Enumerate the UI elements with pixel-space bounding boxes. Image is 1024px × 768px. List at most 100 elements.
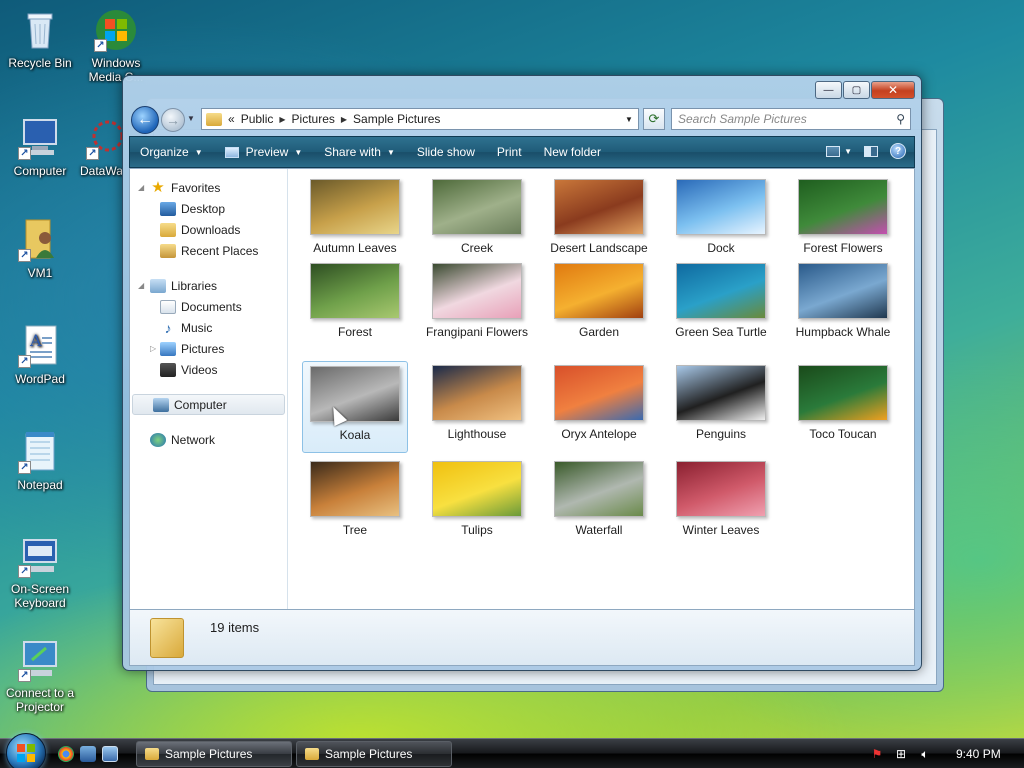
refresh-button[interactable]: ⟳ <box>643 108 665 130</box>
minimize-button[interactable]: — <box>815 81 842 99</box>
windows-media-center-icon: ↗ <box>94 8 138 52</box>
nav-videos[interactable]: Videos <box>130 359 287 380</box>
chrome-icon[interactable] <box>58 746 74 762</box>
network-group: Network <box>130 429 287 450</box>
nav-network[interactable]: Network <box>130 429 287 450</box>
chevron-down-icon[interactable]: ▼ <box>844 147 852 156</box>
nav-libraries[interactable]: ◢ Libraries <box>130 275 287 296</box>
file-tile[interactable]: Desert Landscape <box>546 179 652 255</box>
desktop-icon-label: Connect to a Projector <box>5 686 75 714</box>
file-tile[interactable]: Tulips <box>424 461 530 537</box>
organize-button[interactable]: Organize ▼ <box>140 145 203 159</box>
print-button[interactable]: Print <box>497 145 522 159</box>
slide-show-button[interactable]: Slide show <box>417 145 475 159</box>
desktop-icon-windows-media-center[interactable]: ↗ Windows Media C... <box>76 8 156 84</box>
taskbar-button-sample-pictures-2[interactable]: Sample Pictures <box>296 741 452 767</box>
file-tile[interactable]: Dock <box>668 179 774 255</box>
file-tile[interactable]: Toco Toucan <box>790 365 896 441</box>
expand-icon[interactable]: ▷ <box>150 344 156 353</box>
file-name: Waterfall <box>575 523 623 537</box>
preview-pane-icon[interactable] <box>864 145 878 157</box>
navigation-pane: ◢ ★ Favorites Desktop Downloads Recent P… <box>130 169 288 609</box>
file-tile[interactable]: Lighthouse <box>424 365 530 441</box>
recent-pages-dropdown[interactable]: ▼ <box>187 114 195 123</box>
file-tile[interactable]: Penguins <box>668 365 774 441</box>
clock[interactable]: 9:40 PM <box>956 747 1001 761</box>
search-icon[interactable]: ⚲ <box>896 112 905 126</box>
music-icon: ♪ <box>164 319 172 336</box>
breadcrumb-separator-icon[interactable]: ▶ <box>279 115 285 124</box>
nav-documents[interactable]: Documents <box>130 296 287 317</box>
nav-music[interactable]: ♪ Music <box>130 317 287 338</box>
file-thumbnail <box>554 365 644 421</box>
nav-desktop[interactable]: Desktop <box>130 198 287 219</box>
file-tile[interactable]: Garden <box>546 263 652 339</box>
nav-downloads[interactable]: Downloads <box>130 219 287 240</box>
action-center-icon[interactable]: ⚑ <box>870 747 884 761</box>
nav-pictures-label: Pictures <box>181 341 225 356</box>
help-icon[interactable]: ? <box>890 143 906 159</box>
nav-recent-places[interactable]: Recent Places <box>130 240 287 261</box>
file-name: Dock <box>707 241 735 255</box>
file-tile[interactable]: Winter Leaves <box>668 461 774 537</box>
show-desktop-icon[interactable] <box>80 746 96 762</box>
file-tile[interactable]: Green Sea Turtle <box>668 263 774 339</box>
file-tile[interactable]: Forest <box>302 263 408 339</box>
file-tile[interactable]: Oryx Antelope <box>546 365 652 441</box>
favorites-group: ◢ ★ Favorites Desktop Downloads Recent P… <box>130 177 287 261</box>
share-with-button[interactable]: Share with ▼ <box>324 145 395 159</box>
breadcrumb-public[interactable]: Public <box>241 112 274 126</box>
nav-downloads-label: Downloads <box>181 222 241 237</box>
file-tile[interactable]: Creek <box>424 179 530 255</box>
address-bar[interactable]: « Public ▶ Pictures ▶ Sample Pictures ▼ <box>201 108 639 130</box>
file-tile[interactable]: Waterfall <box>546 461 652 537</box>
organize-label: Organize <box>140 145 189 159</box>
nav-pictures[interactable]: ▷ Pictures <box>130 338 287 359</box>
back-button[interactable]: ← <box>131 106 159 134</box>
expand-icon[interactable]: ◢ <box>138 281 144 290</box>
breadcrumb-separator-icon[interactable]: ▶ <box>341 115 347 124</box>
expand-icon[interactable]: ◢ <box>138 183 144 192</box>
file-thumbnail <box>798 263 888 319</box>
breadcrumb-sample-pictures[interactable]: Sample Pictures <box>353 112 440 126</box>
file-tile[interactable]: Frangipani Flowers <box>424 263 530 339</box>
file-thumbnail <box>432 365 522 421</box>
file-tile[interactable]: Koala <box>302 361 408 453</box>
volume-icon[interactable]: 🔈︎ <box>918 747 932 761</box>
desktop-icon-notepad[interactable]: ↗ Notepad <box>0 430 80 492</box>
desktop-icon-recycle-bin[interactable]: Recycle Bin <box>0 8 80 70</box>
file-tile[interactable]: Forest Flowers <box>790 179 896 255</box>
close-button[interactable]: ✕ <box>871 81 915 99</box>
file-tile[interactable]: Autumn Leaves <box>302 179 408 255</box>
desktop-icon-connect-projector[interactable]: ↗ Connect to a Projector <box>0 638 80 714</box>
file-name: Desert Landscape <box>550 241 648 255</box>
address-dropdown-icon[interactable]: ▼ <box>620 109 638 129</box>
desktop-icon-label: VM1 <box>27 266 53 280</box>
start-button[interactable] <box>6 733 46 768</box>
desktop-icon-wordpad[interactable]: A ↗ WordPad <box>0 324 80 386</box>
desktop-icon-vm1[interactable]: ↗ VM1 <box>0 218 80 280</box>
change-view-icon[interactable] <box>826 145 841 157</box>
nav-computer[interactable]: Computer <box>132 394 285 415</box>
desktop-icon-label: On-Screen Keyboard <box>10 582 70 610</box>
command-bar: Organize ▼ Preview ▼ Share with ▼ Slide … <box>129 136 915 168</box>
taskbar-button-sample-pictures[interactable]: Sample Pictures <box>136 741 292 767</box>
search-input[interactable]: Search Sample Pictures ⚲ <box>671 108 911 130</box>
file-thumbnail <box>798 179 888 235</box>
explorer-window[interactable]: — ▢ ✕ ← → ▼ « Public ▶ Pictures ▶ Sample… <box>122 75 922 671</box>
breadcrumb-pictures[interactable]: Pictures <box>292 112 335 126</box>
switch-windows-icon[interactable] <box>102 746 118 762</box>
desktop-icon-on-screen-keyboard[interactable]: ↗ On-Screen Keyboard <box>0 534 80 610</box>
forward-button[interactable]: → <box>161 108 185 132</box>
computer-icon <box>153 397 169 412</box>
breadcrumb-prefix[interactable]: « <box>228 112 235 126</box>
file-name: Humpback Whale <box>795 325 891 339</box>
file-name: Penguins <box>695 427 747 441</box>
network-icon[interactable]: ⊞ <box>894 747 908 761</box>
file-tile[interactable]: Humpback Whale <box>790 263 896 339</box>
maximize-button[interactable]: ▢ <box>843 81 870 99</box>
preview-button[interactable]: Preview ▼ <box>224 145 302 159</box>
file-tile[interactable]: Tree <box>302 461 408 537</box>
new-folder-button[interactable]: New folder <box>544 145 601 159</box>
nav-favorites[interactable]: ◢ ★ Favorites <box>130 177 287 198</box>
